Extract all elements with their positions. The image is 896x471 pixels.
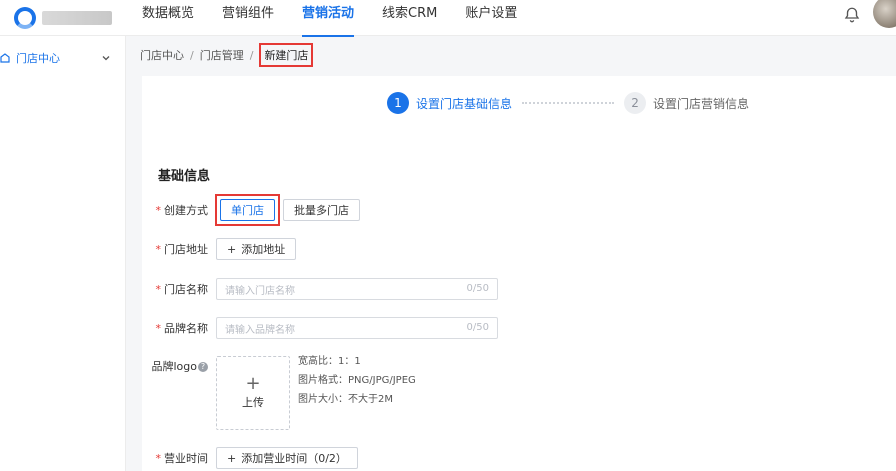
plus-icon: +	[245, 373, 261, 394]
step-1-label: 设置门店基础信息	[416, 96, 513, 111]
business-hours-row: * 营业时间 + 添加营业时间（0/2）	[142, 446, 358, 470]
brand-name-placeholder: 请输入品牌名称	[225, 324, 295, 336]
upload-label: 上传	[242, 396, 264, 409]
content-card: 1 设置门店基础信息 2 设置门店营销信息 基础信息 * 创建方式 单门店 批量多…	[142, 76, 896, 471]
business-hours-label: * 营业时间	[155, 452, 209, 465]
step-connector	[522, 102, 615, 104]
brand-logo-label: 品牌logo?	[142, 356, 216, 374]
store-name-placeholder: 请输入门店名称	[225, 285, 295, 297]
logo-mark-icon	[14, 7, 36, 29]
nav-item-crm[interactable]: 线索CRM	[368, 0, 451, 36]
breadcrumb-separator: /	[249, 48, 254, 62]
chevron-down-icon[interactable]	[101, 53, 111, 63]
hint-aspect-ratio: 宽高比：1：1	[298, 356, 361, 367]
section-title: 基础信息	[158, 169, 211, 184]
nav-item-components[interactable]: 营销组件	[208, 0, 288, 36]
store-name-label: * 门店名称	[155, 283, 209, 296]
sidebar: 门店中心	[0, 36, 126, 471]
logo-hints: 宽高比：1：1 图片格式：PNG/JPG/JPEG 图片大小：不大于2M	[298, 352, 416, 409]
top-navbar: 数据概览 营销组件 营销活动 线索CRM 账户设置	[0, 0, 896, 37]
step-2-label: 设置门店营销信息	[653, 96, 750, 111]
add-business-hours-button[interactable]: + 添加营业时间（0/2）	[216, 447, 358, 469]
nav-item-campaigns[interactable]: 营销活动	[288, 0, 368, 37]
highlight-box: 单门店	[215, 194, 280, 226]
hint-format: 图片格式：PNG/JPG/JPEG	[298, 375, 416, 386]
logo-upload[interactable]: + 上传	[216, 356, 290, 430]
brand-name-input[interactable]: 请输入品牌名称 0/50	[216, 317, 498, 339]
step-2-circle: 2	[624, 92, 647, 114]
sidebar-item-label: 门店中心	[16, 52, 60, 65]
steps: 1 设置门店基础信息 2 设置门店营销信息	[387, 92, 749, 114]
store-name-count: 0/50	[466, 283, 489, 294]
nav-item-account-settings[interactable]: 账户设置	[451, 0, 531, 36]
logo[interactable]	[14, 6, 114, 30]
plus-icon: +	[227, 451, 237, 465]
avatar[interactable]	[873, 0, 896, 28]
breadcrumb-separator: /	[190, 48, 194, 62]
logo-text-blurred	[42, 11, 112, 25]
help-icon[interactable]: ?	[198, 362, 208, 372]
single-store-button[interactable]: 单门店	[220, 199, 275, 221]
create-mode-row: * 创建方式 单门店 批量多门店	[142, 194, 360, 226]
breadcrumb-item-store-management[interactable]: 门店管理	[200, 47, 244, 63]
address-label: * 门店地址	[155, 243, 209, 256]
brand-name-label: * 品牌名称	[155, 322, 209, 335]
store-icon	[0, 53, 10, 63]
create-mode-label: * 创建方式	[155, 204, 209, 217]
breadcrumb-item-store-center[interactable]: 门店中心	[140, 47, 184, 63]
brand-logo-row: 品牌logo? + 上传 宽高比：1：1 图片格式：PNG/JPG/JPEG 图…	[142, 356, 416, 432]
hint-size: 图片大小：不大于2M	[298, 394, 393, 405]
batch-stores-button[interactable]: 批量多门店	[283, 199, 360, 221]
breadcrumb: 门店中心 / 门店管理 / 新建门店	[140, 43, 314, 67]
brand-name-count: 0/50	[466, 322, 489, 333]
sidebar-item-store-center[interactable]: 门店中心	[0, 48, 125, 68]
bell-icon[interactable]	[843, 6, 861, 24]
breadcrumb-current: 新建门店	[259, 43, 314, 67]
address-row: * 门店地址 + 添加地址	[142, 237, 297, 261]
plus-icon: +	[227, 242, 237, 256]
main-nav: 数据概览 营销组件 营销活动 线索CRM 账户设置	[128, 0, 531, 37]
nav-item-overview[interactable]: 数据概览	[128, 0, 208, 36]
store-name-input[interactable]: 请输入门店名称 0/50	[216, 278, 498, 300]
store-name-row: * 门店名称 请输入门店名称 0/50	[142, 277, 498, 301]
add-address-button[interactable]: + 添加地址	[216, 238, 297, 260]
brand-name-row: * 品牌名称 请输入品牌名称 0/50	[142, 316, 498, 340]
step-1-circle: 1	[387, 92, 409, 114]
